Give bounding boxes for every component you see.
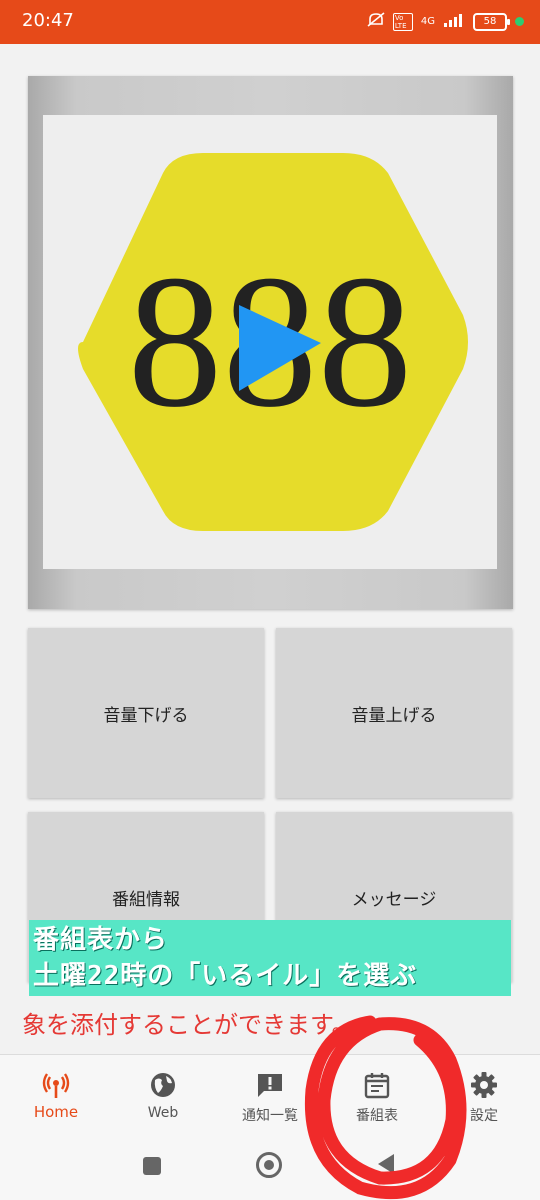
nav-notifications[interactable]: 通知一覧 [216, 1055, 324, 1135]
red-caption-text: 象を添付することができます。 [22, 1011, 356, 1039]
calendar-icon [363, 1071, 391, 1099]
gear-icon [470, 1071, 498, 1099]
nav-settings-label: 設定 [470, 1108, 498, 1124]
nav-home-label: Home [33, 1103, 79, 1121]
nav-home[interactable]: Home [2, 1055, 110, 1135]
volume-down-button[interactable]: 音量下げる [28, 628, 264, 798]
nav-web[interactable]: Web [109, 1055, 217, 1135]
globe-icon [149, 1071, 177, 1099]
battery-indicator: 58 [473, 12, 510, 31]
broadcast-icon [42, 1071, 70, 1099]
volte-icon: Vo LTE [392, 12, 413, 31]
annotation-banner: 番組表から 土曜22時の「いるイル」を選ぶ [29, 920, 511, 996]
recents-button[interactable] [143, 1157, 161, 1175]
home-button[interactable] [256, 1152, 282, 1178]
status-icons: Vo LTE 4G 58 [367, 12, 524, 31]
mute-icon [367, 12, 385, 31]
player-card: 888 [28, 76, 513, 609]
back-button[interactable] [378, 1154, 394, 1174]
status-time: 20:47 [22, 10, 74, 31]
alert-icon [256, 1071, 284, 1099]
nav-settings[interactable]: 設定 [430, 1055, 538, 1135]
station-artwork: 888 [43, 115, 497, 569]
status-bar: 20:47 Vo LTE 4G 58 [0, 0, 540, 44]
nav-notifications-label: 通知一覧 [242, 1108, 298, 1124]
annotation-line-1: 番組表から [33, 925, 169, 955]
volume-up-button[interactable]: 音量上げる [276, 628, 512, 798]
signal-icon [443, 13, 465, 30]
nav-schedule-label: 番組表 [356, 1108, 398, 1124]
bottom-navigation: Home Web 通知一覧 番組表 設定 [0, 1054, 540, 1145]
nav-schedule[interactable]: 番組表 [323, 1055, 431, 1135]
nav-web-label: Web [147, 1105, 179, 1121]
network-type: 4G [420, 16, 435, 27]
annotation-line-2: 土曜22時の「いるイル」を選ぶ [33, 961, 418, 991]
active-dot-icon [515, 17, 524, 26]
